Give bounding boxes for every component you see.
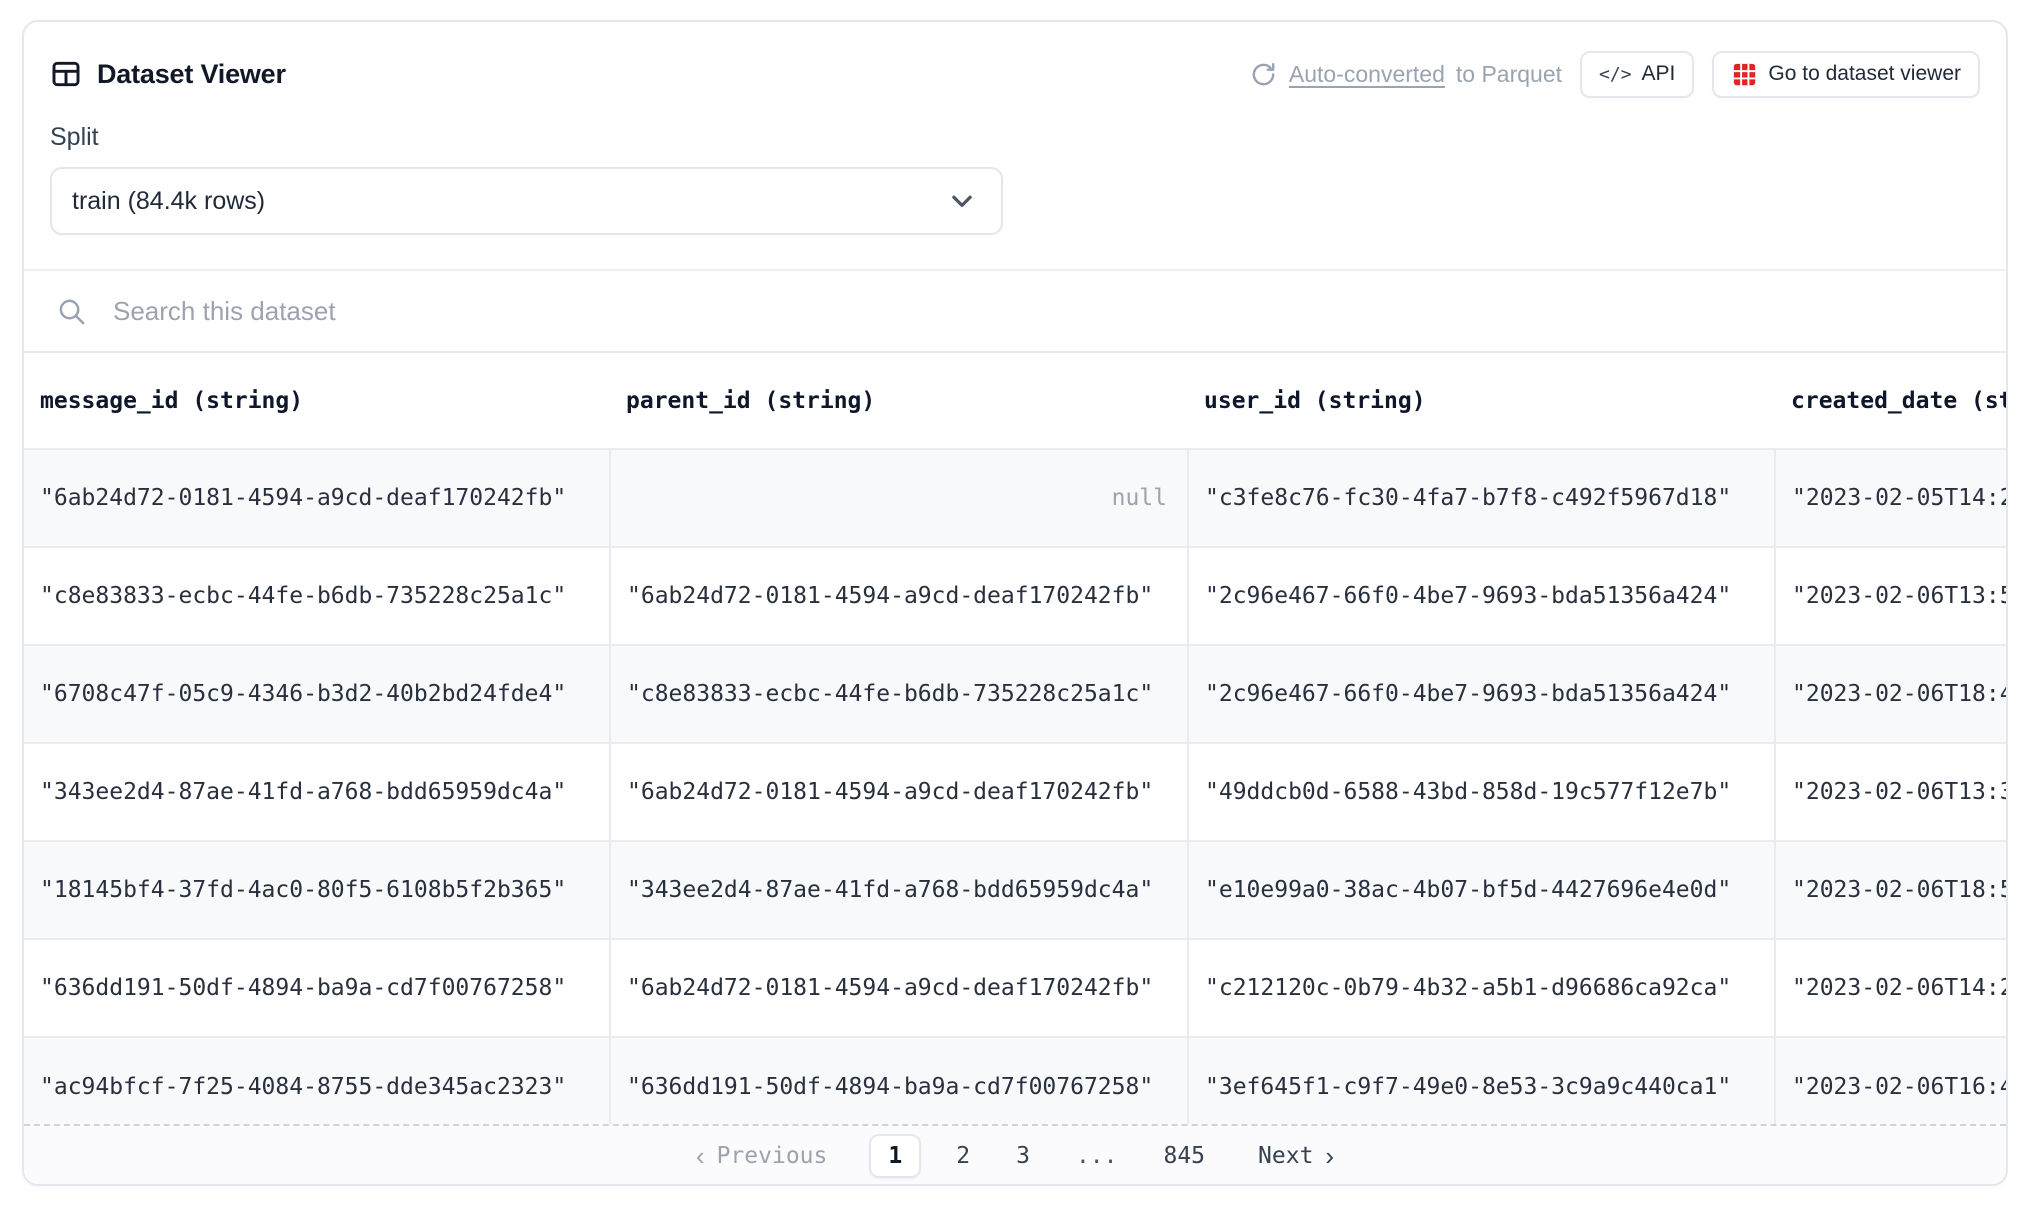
title-row: Dataset Viewer Auto-converted to Parquet… bbox=[50, 48, 1980, 100]
table-row: "c8e83833-ecbc-44fe-b6db-735228c25a1c""6… bbox=[24, 547, 2006, 645]
page-button-2[interactable]: 2 bbox=[956, 1143, 970, 1169]
table-row: "343ee2d4-87ae-41fd-a768-bdd65959dc4a""6… bbox=[24, 743, 2006, 841]
data-table: message_id (string)parent_id (string)use… bbox=[24, 353, 2006, 1124]
page-title: Dataset Viewer bbox=[97, 59, 286, 90]
table-cell: "2023-02-06T13:5 bbox=[1775, 547, 2006, 645]
table-cell: "c212120c-0b79-4b32-a5b1-d96686ca92ca" bbox=[1188, 939, 1775, 1037]
next-label: Next bbox=[1258, 1143, 1313, 1169]
table-cell: "ac94bfcf-7f25-4084-8755-dde345ac2323" bbox=[24, 1037, 610, 1124]
search-input[interactable] bbox=[113, 296, 1974, 327]
table-cell: "2023-02-06T13:3 bbox=[1775, 743, 2006, 841]
table-cell: "18145bf4-37fd-4ac0-80f5-6108b5f2b365" bbox=[24, 841, 610, 939]
table-cell: "e10e99a0-38ac-4b07-bf5d-4427696e4e0d" bbox=[1188, 841, 1775, 939]
page-button-1[interactable]: 1 bbox=[869, 1134, 921, 1178]
table-cell: "343ee2d4-87ae-41fd-a768-bdd65959dc4a" bbox=[24, 743, 610, 841]
card-top-section: Dataset Viewer Auto-converted to Parquet… bbox=[24, 22, 2006, 235]
auto-converted-link[interactable]: Auto-converted to Parquet bbox=[1249, 60, 1562, 89]
to-parquet-label: to Parquet bbox=[1456, 61, 1562, 88]
table-cell: "2023-02-06T14:2 bbox=[1775, 939, 2006, 1037]
column-header: parent_id (string) bbox=[610, 353, 1188, 449]
pagination-ellipsis: ... bbox=[1076, 1143, 1118, 1169]
split-label: Split bbox=[50, 122, 1980, 153]
auto-converted-label: Auto-converted bbox=[1289, 61, 1445, 88]
column-header: user_id (string) bbox=[1188, 353, 1775, 449]
chevron-down-icon bbox=[947, 186, 977, 216]
column-header: created_date (st bbox=[1775, 353, 2006, 449]
table-row: "18145bf4-37fd-4ac0-80f5-6108b5f2b365""3… bbox=[24, 841, 2006, 939]
previous-label: Previous bbox=[717, 1143, 828, 1169]
table-cell: "2023-02-06T18:5 bbox=[1775, 841, 2006, 939]
table-cell: "636dd191-50df-4894-ba9a-cd7f00767258" bbox=[24, 939, 610, 1037]
data-table-body: "6ab24d72-0181-4594-a9cd-deaf170242fb"nu… bbox=[24, 449, 2006, 1124]
chevron-left-icon: ‹ bbox=[696, 1143, 705, 1169]
table-row: "ac94bfcf-7f25-4084-8755-dde345ac2323""6… bbox=[24, 1037, 2006, 1124]
table-cell: "6ab24d72-0181-4594-a9cd-deaf170242fb" bbox=[610, 743, 1188, 841]
pagination-bar: ‹ Previous 1 2 3 ... 845 Next › bbox=[24, 1124, 2006, 1185]
red-table-icon bbox=[1731, 61, 1758, 88]
search-row bbox=[24, 269, 2006, 353]
page-button-845[interactable]: 845 bbox=[1163, 1143, 1205, 1169]
table-cell: "c3fe8c76-fc30-4fa7-b7f8-c492f5967d18" bbox=[1188, 449, 1775, 547]
table-cell: "6ab24d72-0181-4594-a9cd-deaf170242fb" bbox=[610, 939, 1188, 1037]
table-cell: "2c96e467-66f0-4be7-9693-bda51356a424" bbox=[1188, 645, 1775, 743]
chevron-right-icon: › bbox=[1325, 1143, 1334, 1169]
api-button-label: API bbox=[1642, 62, 1676, 86]
table-cell: "6708c47f-05c9-4346-b3d2-40b2bd24fde4" bbox=[24, 645, 610, 743]
table-cell: "6ab24d72-0181-4594-a9cd-deaf170242fb" bbox=[610, 547, 1188, 645]
go-to-dataset-viewer-button[interactable]: Go to dataset viewer bbox=[1712, 51, 1980, 98]
table-cell: "3ef645f1-c9f7-49e0-8e53-3c9a9c440ca1" bbox=[1188, 1037, 1775, 1124]
table-cell: "6ab24d72-0181-4594-a9cd-deaf170242fb" bbox=[24, 449, 610, 547]
table-cell: null bbox=[610, 449, 1188, 547]
next-page-button[interactable]: Next › bbox=[1258, 1143, 1334, 1169]
table-cell: "c8e83833-ecbc-44fe-b6db-735228c25a1c" bbox=[610, 645, 1188, 743]
title-group: Dataset Viewer bbox=[50, 58, 286, 90]
table-header-row: message_id (string)parent_id (string)use… bbox=[24, 353, 2006, 449]
header-actions: Auto-converted to Parquet </> API bbox=[1249, 51, 1980, 98]
column-header: message_id (string) bbox=[24, 353, 610, 449]
split-select[interactable]: train (84.4k rows) bbox=[50, 167, 1003, 235]
go-to-dataset-viewer-label: Go to dataset viewer bbox=[1768, 62, 1961, 86]
table-cell: "2023-02-06T16:4 bbox=[1775, 1037, 2006, 1124]
table-cell: "49ddcb0d-6588-43bd-858d-19c577f12e7b" bbox=[1188, 743, 1775, 841]
code-icon: </> bbox=[1599, 64, 1632, 85]
previous-page-button[interactable]: ‹ Previous bbox=[696, 1143, 827, 1169]
table-wrap: message_id (string)parent_id (string)use… bbox=[24, 353, 2006, 1124]
table-cell: "2c96e467-66f0-4be7-9693-bda51356a424" bbox=[1188, 547, 1775, 645]
split-selected-value: train (84.4k rows) bbox=[72, 187, 265, 216]
dataset-viewer-card: Dataset Viewer Auto-converted to Parquet… bbox=[22, 20, 2008, 1186]
table-row: "636dd191-50df-4894-ba9a-cd7f00767258""6… bbox=[24, 939, 2006, 1037]
table-cell: "c8e83833-ecbc-44fe-b6db-735228c25a1c" bbox=[24, 547, 610, 645]
table-cell: "636dd191-50df-4894-ba9a-cd7f00767258" bbox=[610, 1037, 1188, 1124]
api-button[interactable]: </> API bbox=[1580, 51, 1694, 98]
table-cell: "2023-02-05T14:2 bbox=[1775, 449, 2006, 547]
refresh-icon bbox=[1249, 60, 1278, 89]
page-button-3[interactable]: 3 bbox=[1016, 1143, 1030, 1169]
table-grid-icon bbox=[50, 58, 82, 90]
search-icon bbox=[56, 296, 87, 327]
table-row: "6708c47f-05c9-4346-b3d2-40b2bd24fde4""c… bbox=[24, 645, 2006, 743]
table-cell: "343ee2d4-87ae-41fd-a768-bdd65959dc4a" bbox=[610, 841, 1188, 939]
table-cell: "2023-02-06T18:4 bbox=[1775, 645, 2006, 743]
table-row: "6ab24d72-0181-4594-a9cd-deaf170242fb"nu… bbox=[24, 449, 2006, 547]
